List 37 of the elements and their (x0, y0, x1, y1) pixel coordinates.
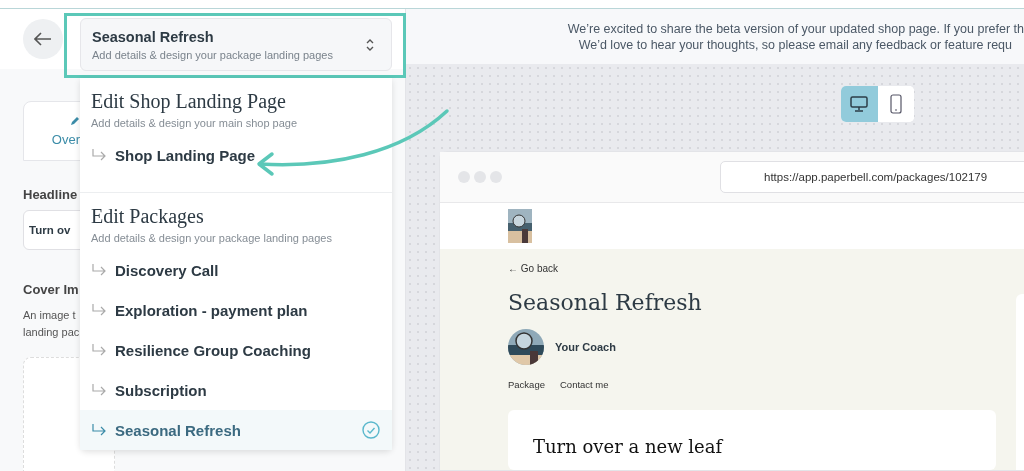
help-text: landing pac (23, 325, 80, 340)
card-heading: Turn over a new leaf (533, 436, 723, 457)
menu-item[interactable]: Exploration - payment plan (80, 290, 392, 330)
select-title: Seasonal Refresh (92, 28, 215, 45)
back-button[interactable] (23, 19, 63, 59)
desktop-view-button[interactable] (841, 86, 878, 122)
headline-label: Headline (23, 187, 78, 202)
banner-text: We’re excited to share the beta version of your updated shop page. If you prefer th (567, 21, 1024, 36)
coach-name: Your Coach (555, 341, 616, 353)
menu-item[interactable]: Resilience Group Coaching (80, 330, 392, 370)
back-arrow-icon (34, 32, 52, 46)
phone-icon (889, 94, 902, 114)
package-select[interactable]: Seasonal Refresh Add details & design your package landing pages (80, 18, 392, 71)
monitor-icon (850, 96, 869, 112)
help-text: An image t (23, 308, 76, 323)
select-subtitle: Add details & design your package landing pages (92, 48, 333, 61)
go-back-link[interactable]: ← Go back (508, 263, 559, 274)
check-circle-icon (362, 421, 380, 439)
banner-text: We’d love to hear your thoughts, so please email any feedback or feature requ (578, 37, 1013, 52)
section-heading: Edit Shop Landing Page (90, 90, 287, 113)
menu-item[interactable]: Shop Landing Page (80, 135, 392, 175)
nav-link[interactable]: Package (508, 379, 545, 390)
overview-tab[interactable]: Over (23, 101, 83, 161)
return-arrow-icon (92, 264, 106, 276)
return-arrow-icon (92, 384, 106, 396)
url-field[interactable]: https://app.paperbell.com/packages/102179 (720, 161, 1024, 193)
package-title: Seasonal Refresh (508, 290, 702, 315)
return-arrow-icon (92, 424, 106, 436)
cover-image-label: Cover Im (23, 282, 79, 297)
menu-item[interactable]: Subscription (80, 370, 392, 410)
menu-item[interactable]: Seasonal Refresh (80, 410, 392, 450)
return-arrow-icon (92, 344, 106, 356)
return-arrow-icon (92, 304, 106, 316)
menu-item[interactable]: Discovery Call (80, 250, 392, 290)
return-arrow-icon (92, 149, 106, 161)
nav-link[interactable]: Contact me (560, 379, 609, 390)
section-subheading: Add details & design your main shop page (90, 117, 299, 129)
